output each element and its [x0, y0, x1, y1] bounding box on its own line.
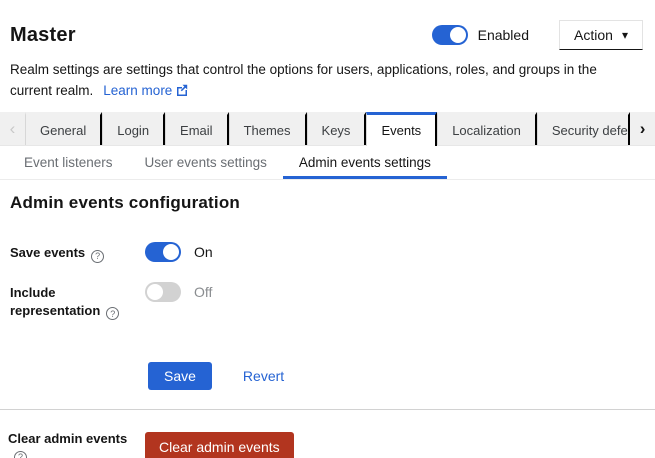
save-events-toggle[interactable]	[145, 242, 181, 262]
tab-label: Localization	[452, 123, 521, 138]
subtab-user-events-settings[interactable]: User events settings	[129, 146, 283, 179]
include-representation-field: Include representation? Off	[10, 282, 645, 321]
clear-admin-events-row: Clear admin events? Clear admin events	[8, 410, 645, 458]
realm-description-text: Realm settings are settings that control…	[10, 62, 597, 98]
field-label-text: Save events	[10, 245, 85, 260]
help-icon[interactable]: ?	[91, 250, 104, 263]
tab-events[interactable]: Events	[366, 112, 437, 146]
field-label-text: Clear admin events	[8, 431, 127, 446]
include-representation-label: Include representation?	[10, 282, 145, 321]
tab-label: Login	[117, 123, 149, 138]
tab-themes[interactable]: Themes	[229, 112, 307, 145]
save-events-field: Save events? On	[10, 242, 645, 263]
revert-link[interactable]: Revert	[243, 368, 284, 384]
tabs-scroll-right-button[interactable]: ›	[630, 112, 655, 145]
realm-settings-page: Master Enabled Action ▾ Realm settings a…	[0, 0, 655, 458]
learn-more-label: Learn more	[103, 83, 172, 98]
subtab-event-listeners[interactable]: Event listeners	[8, 146, 129, 179]
enabled-toggle[interactable]	[432, 25, 468, 45]
tab-label: Keys	[322, 123, 351, 138]
realm-description: Realm settings are settings that control…	[10, 59, 642, 101]
subtab-admin-events-settings[interactable]: Admin events settings	[283, 146, 447, 179]
events-subtabs: Event listeners User events settings Adm…	[0, 146, 655, 180]
toggle-knob	[163, 244, 179, 260]
tab-label: General	[40, 123, 86, 138]
tab-label: Themes	[244, 123, 291, 138]
tab-keys[interactable]: Keys	[307, 112, 367, 145]
page-title: Master	[10, 24, 76, 47]
angle-left-icon: ‹	[10, 119, 16, 139]
save-events-toggle-cell: On	[145, 242, 213, 262]
toggle-knob	[450, 27, 466, 43]
clear-admin-events-button[interactable]: Clear admin events	[145, 432, 294, 458]
tab-security-defenses[interactable]: Security defens	[537, 112, 630, 145]
toggle-knob	[147, 284, 163, 300]
admin-events-form: Save events? On Include representation? …	[10, 242, 645, 390]
external-link-icon	[176, 84, 188, 96]
save-events-state: On	[194, 244, 213, 260]
field-label-text: Include representation	[10, 285, 100, 318]
page-header: Master Enabled Action ▾ Realm settings a…	[0, 0, 655, 101]
tab-label: Email	[180, 123, 213, 138]
save-events-label: Save events?	[10, 242, 145, 263]
help-icon[interactable]: ?	[14, 451, 27, 458]
action-dropdown-button[interactable]: Action ▾	[559, 20, 643, 50]
include-representation-toggle-cell: Off	[145, 282, 212, 302]
subtab-label: User events settings	[145, 155, 267, 170]
tab-login[interactable]: Login	[102, 112, 165, 145]
section-heading: Admin events configuration	[10, 193, 645, 213]
tabs-scroll-left-button[interactable]: ‹	[0, 112, 25, 145]
include-representation-toggle[interactable]	[145, 282, 181, 302]
tab-label: Security defens	[552, 123, 630, 138]
include-representation-state: Off	[194, 284, 212, 300]
learn-more-link[interactable]: Learn more	[103, 83, 188, 98]
caret-down-icon: ▾	[622, 29, 628, 41]
save-button[interactable]: Save	[148, 362, 212, 390]
clear-admin-events-label: Clear admin events?	[8, 431, 145, 458]
angle-right-icon: ›	[640, 119, 646, 139]
help-icon[interactable]: ?	[106, 307, 119, 320]
tab-localization[interactable]: Localization	[437, 112, 537, 145]
tab-email[interactable]: Email	[165, 112, 229, 145]
realm-settings-tabbar: ‹ General Login Email Themes Keys Events…	[0, 112, 655, 146]
subtab-label: Admin events settings	[299, 155, 431, 170]
admin-events-panel: Admin events configuration Save events? …	[0, 180, 655, 458]
tab-general[interactable]: General	[25, 112, 102, 145]
tab-label: Events	[381, 123, 421, 138]
subtab-label: Event listeners	[24, 155, 113, 170]
form-actions: Save Revert	[10, 362, 645, 390]
action-dropdown-label: Action	[574, 27, 613, 43]
enabled-toggle-label: Enabled	[478, 27, 529, 43]
